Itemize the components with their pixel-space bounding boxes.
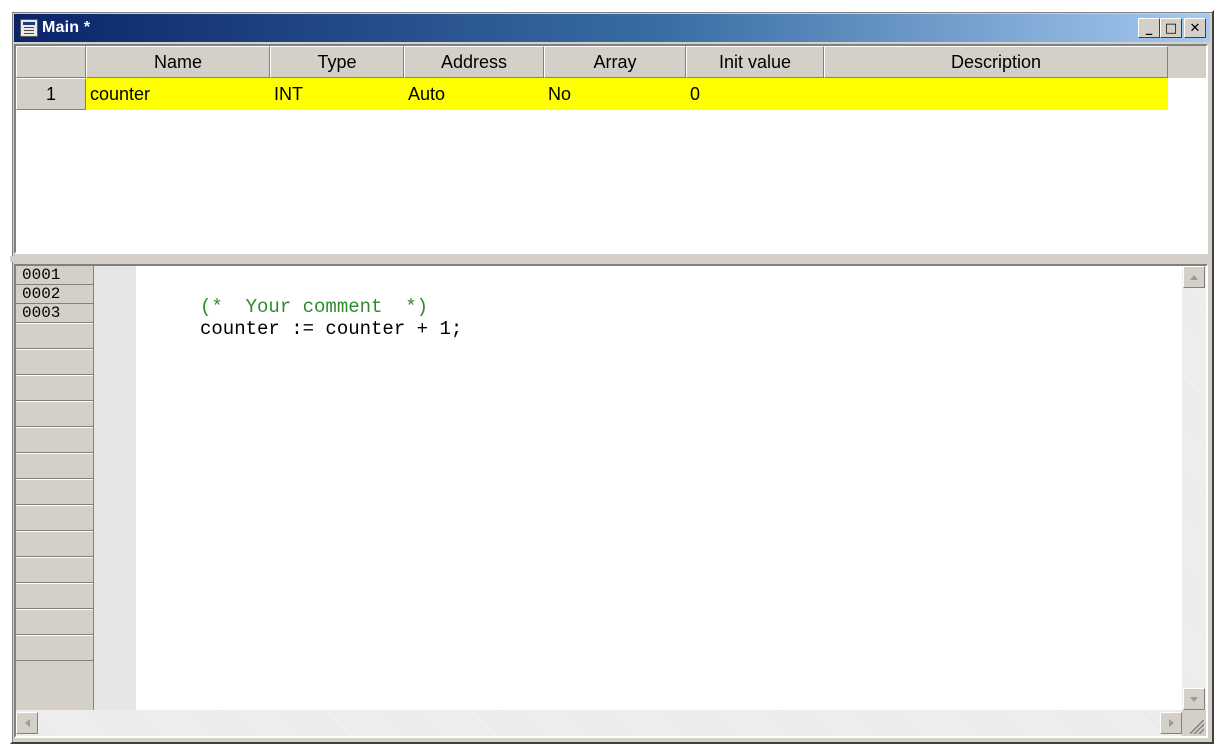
- scroll-right-icon: [1168, 719, 1174, 727]
- cell-type[interactable]: INT: [270, 78, 404, 110]
- maximize-button[interactable]: □: [1160, 18, 1182, 38]
- gutter-row: [16, 609, 93, 635]
- gutter-row: [16, 349, 93, 375]
- column-header-init-value[interactable]: Init value: [686, 46, 824, 78]
- row-number[interactable]: 1: [16, 78, 86, 110]
- gutter-row: [16, 531, 93, 557]
- title-bar-buttons: _ □ ✕: [1138, 18, 1206, 38]
- line-number-gutter: 0001 0002 0003: [16, 266, 94, 710]
- minimize-button[interactable]: _: [1138, 18, 1160, 38]
- window-app-icon[interactable]: [20, 19, 38, 37]
- column-header-name[interactable]: Name: [86, 46, 270, 78]
- title-bar[interactable]: Main * _ □ ✕: [14, 14, 1210, 42]
- scroll-left-button[interactable]: [16, 712, 38, 734]
- line-number: 0001: [16, 266, 93, 285]
- gutter-row: [16, 427, 93, 453]
- gutter-row: [16, 557, 93, 583]
- line-number: 0003: [16, 304, 93, 323]
- line-number: 0002: [16, 285, 93, 304]
- code-text[interactable]: (* Your comment *) counter := counter + 1…: [200, 296, 462, 340]
- column-header-array[interactable]: Array: [544, 46, 686, 78]
- cell-description[interactable]: [824, 78, 1168, 110]
- cell-init-value[interactable]: 0: [686, 78, 824, 110]
- gutter-row: [16, 583, 93, 609]
- gutter-row: [16, 323, 93, 349]
- scroll-up-button[interactable]: [1183, 266, 1205, 288]
- scroll-down-button[interactable]: [1183, 688, 1205, 710]
- gutter-row: [16, 505, 93, 531]
- close-icon: ✕: [1189, 20, 1201, 36]
- vertical-scrollbar[interactable]: [1182, 266, 1206, 710]
- cell-address[interactable]: Auto: [404, 78, 544, 110]
- cell-name[interactable]: counter: [86, 78, 270, 110]
- code-comment-line[interactable]: (* Your comment *): [200, 296, 462, 318]
- grid-empty-area[interactable]: [16, 110, 1206, 252]
- editor-margin: [94, 266, 136, 710]
- gutter-row: [16, 375, 93, 401]
- close-button[interactable]: ✕: [1184, 18, 1206, 38]
- scroll-up-icon: [1190, 274, 1198, 280]
- gutter-row: [16, 479, 93, 505]
- gutter-row: [16, 635, 93, 661]
- scroll-down-icon: [1190, 696, 1198, 702]
- pane-splitter[interactable]: [10, 256, 1210, 262]
- cell-array[interactable]: No: [544, 78, 686, 110]
- gutter-row: [16, 401, 93, 427]
- column-header-description[interactable]: Description: [824, 46, 1168, 78]
- window-title: Main *: [42, 19, 91, 36]
- gutter-row: [16, 453, 93, 479]
- column-header-address[interactable]: Address: [404, 46, 544, 78]
- scroll-left-icon: [24, 719, 30, 727]
- maximize-icon: □: [1164, 20, 1178, 36]
- grid-corner-cell[interactable]: [16, 46, 86, 78]
- scroll-right-button[interactable]: [1160, 712, 1182, 734]
- code-line[interactable]: counter := counter + 1;: [200, 318, 462, 340]
- declaration-grid[interactable]: Name Type Address Array Init value Descr…: [14, 44, 1208, 254]
- table-row[interactable]: 1 counter INT Auto No 0: [16, 78, 1206, 110]
- minimize-icon: _: [1145, 20, 1153, 36]
- grid-header: Name Type Address Array Init value Descr…: [16, 46, 1206, 78]
- horizontal-scrollbar[interactable]: [16, 710, 1182, 736]
- column-header-type[interactable]: Type: [270, 46, 404, 78]
- code-editor[interactable]: 0001 0002 0003 (* Your comment *) counter…: [14, 264, 1208, 738]
- size-grip-icon[interactable]: [1182, 710, 1206, 736]
